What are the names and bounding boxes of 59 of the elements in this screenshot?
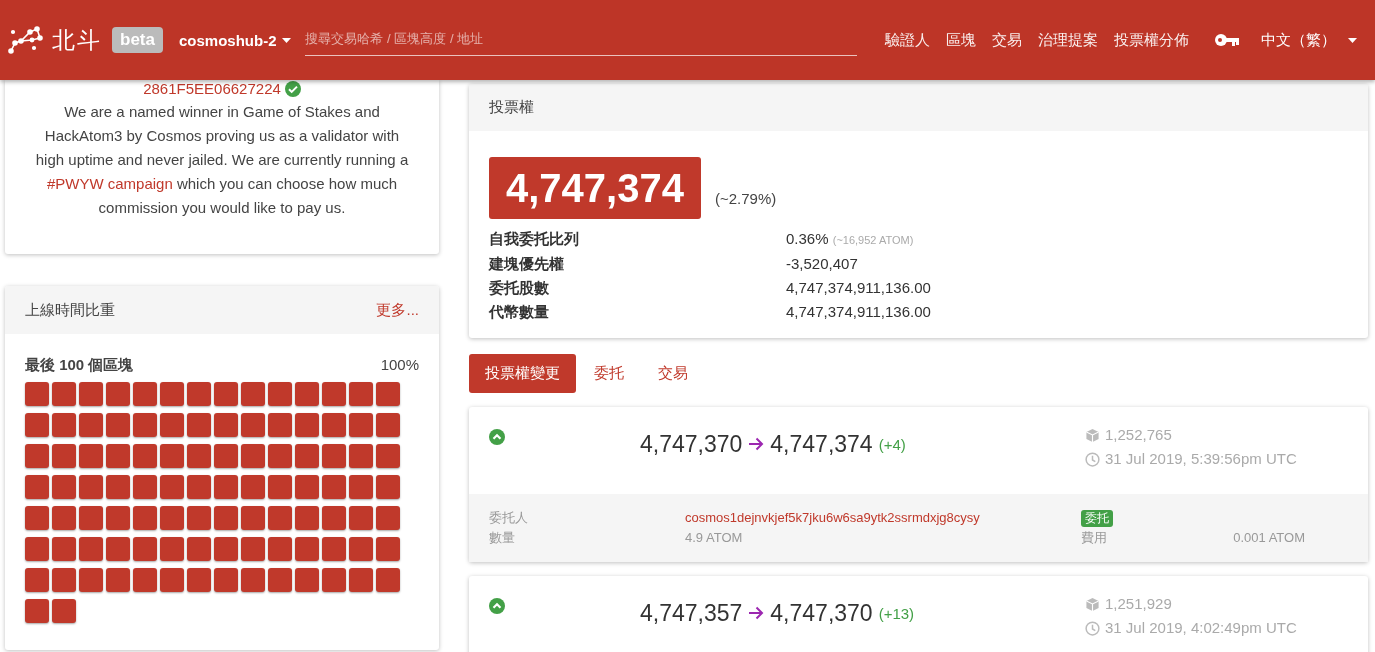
- tab[interactable]: 交易: [642, 354, 704, 393]
- chevron-up-icon: [489, 429, 505, 445]
- amount-value: 4.9 ATOM: [685, 529, 744, 547]
- type-tag: 委托: [1081, 509, 1113, 527]
- voting-power-value: 4,747,374: [489, 157, 701, 219]
- validator-address: 2861F5EE06627224: [143, 80, 281, 97]
- timestamp: 31 Jul 2019, 5:39:56pm UTC: [1105, 449, 1297, 469]
- language-dropdown[interactable]: 中文（繁）: [1261, 30, 1357, 50]
- fee-value: 0.001 ATOM: [1233, 529, 1305, 547]
- stat-value: 4,747,374,911,136.00: [786, 279, 931, 296]
- nav-link[interactable]: 區塊: [946, 30, 976, 50]
- stat-label: 代幣數量: [489, 302, 550, 322]
- nav-link[interactable]: 治理提案: [1038, 30, 1098, 50]
- field-label: 費用: [1081, 529, 1108, 547]
- power-to: 4,747,370: [770, 599, 873, 627]
- delegator-address[interactable]: cosmos1dejnvkjef5k7jku6w6sa9ytk2ssrmdxjg8cysy: [685, 508, 1081, 528]
- uptime-percent: 100%: [380, 356, 419, 375]
- stat-label: 自我委托比列: [489, 229, 580, 249]
- search-field[interactable]: 搜尋交易哈希 / 區塊高度 / 地址: [305, 24, 858, 56]
- nav-link[interactable]: 交易: [992, 30, 1022, 50]
- logo-text[interactable]: 北斗: [52, 24, 102, 56]
- more-link[interactable]: 更多...: [376, 300, 419, 320]
- tab[interactable]: 委托: [578, 354, 640, 393]
- campaign-link[interactable]: #PWYW campaign: [46, 175, 173, 192]
- constellation-logo-icon: [8, 26, 44, 54]
- tab[interactable]: 投票權變更: [469, 354, 576, 393]
- validator-description: We are a named winner in Game of Stakes and HackAtom3 by Cosmos proving us as a validator with high uptime and never jailed. We are currently running a #PWYW campaign which you can choose how much commission you would like to pay us.: [34, 102, 410, 218]
- power-delta: (+4): [878, 435, 906, 453]
- voting-power-share: (~2.79%): [714, 190, 777, 207]
- blocks-label: 最後 100 個區塊: [25, 356, 134, 375]
- clock-icon: [1085, 451, 1100, 467]
- stat-note: (~16,952 ATOM): [832, 234, 914, 246]
- nav-link[interactable]: 驗證人: [885, 30, 930, 50]
- caret-icon: [282, 37, 292, 43]
- stat-value: -3,520,407: [786, 255, 858, 272]
- field-label: 委托人: [489, 509, 529, 527]
- field-label: 數量: [489, 529, 516, 547]
- cube-icon: [1085, 427, 1100, 443]
- nav-link[interactable]: 投票權分佈: [1114, 30, 1189, 50]
- chevron-up-icon: [489, 598, 505, 614]
- power-from: 4,747,357: [640, 599, 743, 627]
- key-icon[interactable]: [1215, 34, 1239, 46]
- timestamp: 31 Jul 2019, 4:02:49pm UTC: [1105, 618, 1297, 638]
- power-to: 4,747,374: [770, 430, 873, 458]
- arrow-icon: [748, 606, 765, 620]
- card-title: 投票權: [489, 98, 534, 117]
- stat-label: 建塊優先權: [489, 254, 565, 274]
- clock-icon: [1085, 620, 1100, 636]
- power-from: 4,747,370: [640, 430, 743, 458]
- network-dropdown[interactable]: cosmoshub-2: [178, 31, 292, 49]
- power-delta: (+13): [878, 604, 915, 622]
- beta-badge: beta: [112, 27, 163, 53]
- stat-value: 4,747,374,911,136.00: [786, 303, 931, 320]
- stat-value: 0.36%: [786, 230, 829, 247]
- arrow-icon: [748, 437, 765, 451]
- cube-icon: [1085, 596, 1100, 612]
- stat-label: 委托股數: [489, 278, 550, 298]
- caret-icon: [1348, 37, 1357, 43]
- card-title: 上線時間比重: [25, 300, 115, 320]
